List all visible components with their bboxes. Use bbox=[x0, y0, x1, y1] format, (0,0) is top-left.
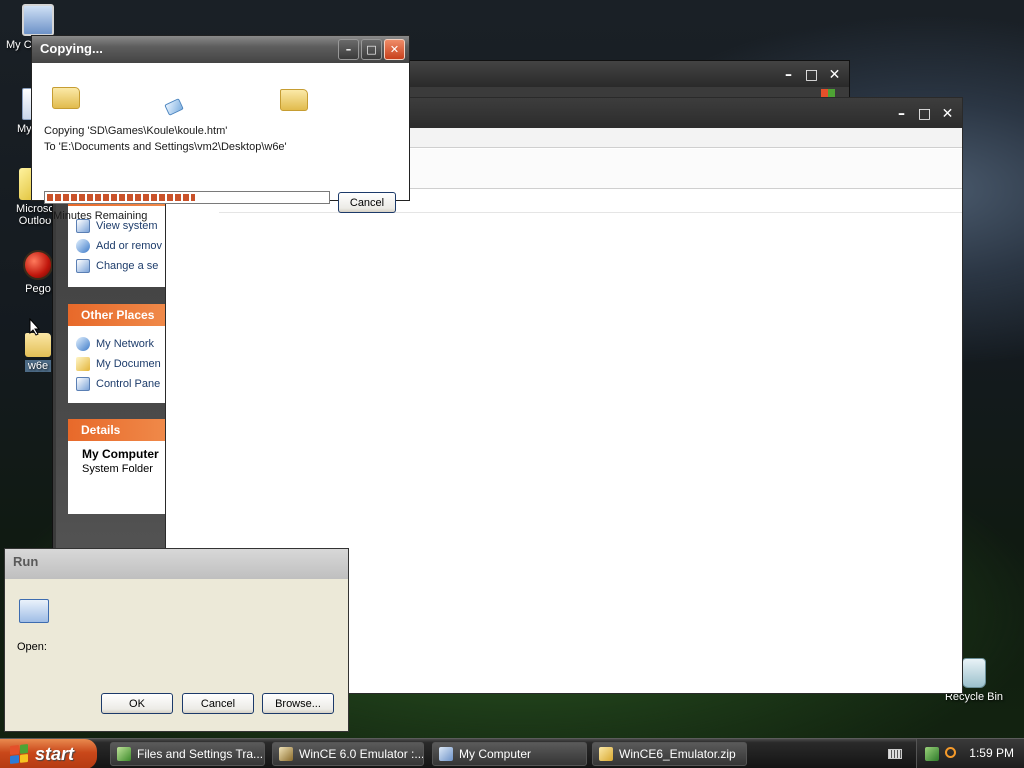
window-controls: – □ ✕ bbox=[891, 103, 958, 124]
progress-fill bbox=[47, 194, 196, 201]
close-icon[interactable]: ✕ bbox=[384, 39, 405, 60]
task-add-remove[interactable]: Add or remov bbox=[68, 234, 168, 254]
clock[interactable]: 1:59 PM bbox=[969, 746, 1014, 760]
documents-icon bbox=[76, 356, 90, 371]
details-header[interactable]: Details bbox=[68, 419, 168, 441]
desktop-icon-label: w6e bbox=[24, 360, 52, 372]
copy-from-text: Copying 'SD\Games\Koule\koule.htm' bbox=[44, 125, 228, 137]
task-label: WinCE6_Emulator.zip bbox=[619, 747, 736, 761]
task-label: Files and Settings Tra... bbox=[137, 747, 264, 761]
place-control-panel[interactable]: Control Pane bbox=[68, 372, 168, 392]
maximize-icon[interactable]: □ bbox=[801, 64, 822, 85]
system-tray: 1:59 PM bbox=[916, 739, 1024, 768]
title-bar[interactable]: Copying... – □ ✕ bbox=[32, 36, 409, 63]
control-panel-icon bbox=[76, 258, 90, 273]
other-places-panel: Other Places My Network My Documen Contr… bbox=[68, 304, 168, 403]
dialog-title: Copying... bbox=[40, 41, 103, 56]
place-my-documents[interactable]: My Documen bbox=[68, 352, 168, 372]
network-tray-icon[interactable] bbox=[925, 747, 939, 761]
place-my-network[interactable]: My Network bbox=[68, 332, 168, 352]
start-label: start bbox=[35, 743, 75, 764]
taskbar-button-files-settings[interactable]: Files and Settings Tra... bbox=[110, 742, 265, 766]
folder-icon bbox=[25, 333, 51, 357]
run-dialog[interactable]: Run Open: OK Cancel Browse... bbox=[4, 548, 349, 732]
details-type: System Folder bbox=[82, 463, 153, 475]
flying-document-icon bbox=[164, 98, 184, 116]
browse-button[interactable]: Browse... bbox=[262, 693, 334, 714]
details-name: My Computer bbox=[82, 447, 159, 461]
destination-folder-icon bbox=[280, 89, 308, 111]
place-label: My Network bbox=[96, 337, 155, 350]
mouse-cursor-icon bbox=[29, 318, 41, 336]
close-icon[interactable]: ✕ bbox=[824, 64, 845, 85]
control-panel-icon bbox=[76, 376, 90, 391]
windows-logo-icon bbox=[10, 744, 28, 764]
copying-dialog[interactable]: Copying... – □ ✕ Copying 'SD\Games\Koule… bbox=[31, 35, 410, 222]
title-bar[interactable]: Run bbox=[5, 549, 348, 579]
time-remaining-label: 2 Minutes Remaining bbox=[44, 210, 148, 222]
run-icon bbox=[19, 599, 49, 623]
copy-progress-bar bbox=[44, 191, 330, 204]
taskbar-button-wince-emulator[interactable]: WinCE 6.0 Emulator :... bbox=[272, 742, 424, 766]
copy-to-text: To 'E:\Documents and Settings\vm2\Deskto… bbox=[44, 141, 287, 153]
taskbar-button-zip[interactable]: WinCE6_Emulator.zip bbox=[592, 742, 747, 766]
minimize-icon[interactable]: – bbox=[778, 64, 799, 85]
emulator-icon bbox=[279, 747, 293, 761]
zip-folder-icon bbox=[599, 747, 613, 761]
recycle-bin-icon bbox=[962, 658, 986, 688]
computer-icon bbox=[439, 747, 453, 761]
computer-icon bbox=[22, 4, 54, 36]
cancel-button[interactable]: Cancel bbox=[182, 693, 254, 714]
close-icon[interactable]: ✕ bbox=[937, 103, 958, 124]
maximize-icon[interactable]: □ bbox=[361, 39, 382, 60]
minimize-icon[interactable]: – bbox=[891, 103, 912, 124]
cancel-button[interactable]: Cancel bbox=[338, 192, 396, 213]
keyboard-icon[interactable] bbox=[888, 749, 902, 759]
place-label: Control Pane bbox=[96, 377, 161, 390]
window-controls: – □ ✕ bbox=[338, 39, 405, 60]
details-panel: Details My Computer System Folder bbox=[68, 419, 168, 514]
pego-icon bbox=[23, 250, 53, 280]
open-label: Open: bbox=[17, 641, 47, 653]
other-places-header[interactable]: Other Places bbox=[68, 304, 168, 326]
files-settings-icon bbox=[117, 747, 131, 761]
network-icon bbox=[76, 336, 90, 351]
window-controls: – □ ✕ bbox=[778, 64, 845, 85]
maximize-icon[interactable]: □ bbox=[914, 103, 935, 124]
task-label: WinCE 6.0 Emulator :... bbox=[299, 747, 424, 761]
taskbar: start Files and Settings Tra... WinCE 6.… bbox=[0, 738, 1024, 768]
taskbar-button-my-computer[interactable]: My Computer bbox=[432, 742, 587, 766]
dialog-title: Run bbox=[13, 554, 39, 569]
task-change-setting[interactable]: Change a se bbox=[68, 254, 168, 274]
ok-button[interactable]: OK bbox=[101, 693, 173, 714]
task-label: Add or remov bbox=[96, 239, 163, 252]
place-label: My Documen bbox=[96, 357, 161, 370]
add-remove-icon bbox=[76, 238, 90, 253]
source-folder-icon bbox=[52, 87, 80, 109]
task-label: My Computer bbox=[459, 747, 532, 761]
start-button[interactable]: start bbox=[0, 739, 97, 768]
minimize-icon[interactable]: – bbox=[338, 39, 359, 60]
search-icon[interactable] bbox=[945, 747, 956, 758]
copy-body: Copying 'SD\Games\Koule\koule.htm' To 'E… bbox=[32, 63, 409, 222]
task-label: Change a se bbox=[96, 259, 159, 272]
